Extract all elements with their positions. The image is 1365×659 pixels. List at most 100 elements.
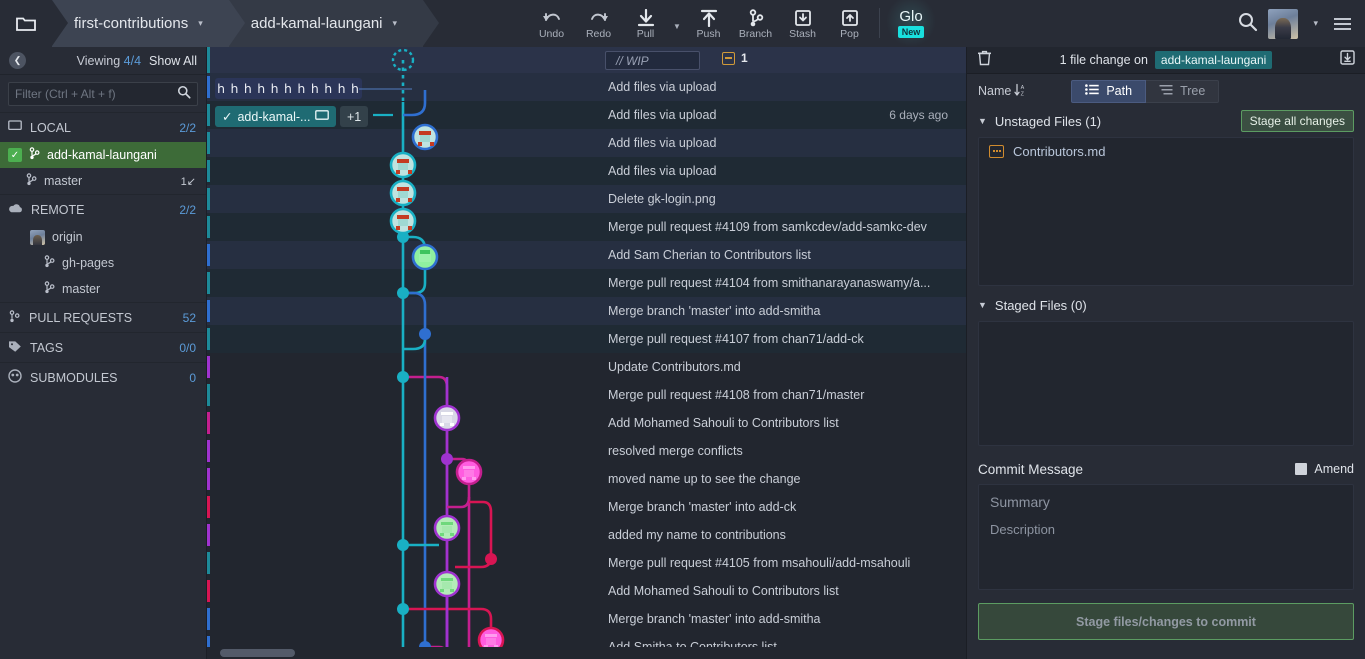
row-color-marker	[207, 468, 210, 490]
commit-message-box[interactable]: Summary Description	[978, 484, 1354, 590]
sidebar-section-remote[interactable]: REMOTE 2/2	[0, 194, 206, 224]
search-input[interactable]	[15, 87, 177, 101]
row-color-marker	[207, 496, 210, 518]
sidebar-item-label: master	[44, 174, 83, 188]
table-row[interactable]: Add Mohamed Sahouli to Contributors list	[207, 577, 966, 605]
commit-message: Delete gk-login.png	[608, 192, 716, 206]
description-input[interactable]: Description	[990, 522, 1342, 537]
table-row[interactable]: Add Mohamed Sahouli to Contributors list	[207, 409, 966, 437]
breadcrumb-repo[interactable]: first-contributions ▾	[52, 0, 245, 47]
glo-button[interactable]: Glo New	[886, 0, 936, 47]
horizontal-scrollbar[interactable]	[207, 647, 966, 659]
table-row[interactable]: Merge pull request #4109 from samkcdev/a…	[207, 213, 966, 241]
sidebar-section-local[interactable]: LOCAL 2/2	[0, 112, 206, 142]
table-row[interactable]: Delete gk-login.png	[207, 185, 966, 213]
push-button[interactable]: Push	[685, 0, 732, 47]
table-row[interactable]: Merge branch 'master' into add-ck	[207, 493, 966, 521]
tab-path-label: Path	[1106, 84, 1133, 98]
row-color-marker	[207, 440, 210, 462]
table-row[interactable]: Merge pull request #4108 from chan71/mas…	[207, 381, 966, 409]
table-row[interactable]: Add files via upload	[207, 157, 966, 185]
collapsed-branch-labels[interactable]: հ հ հ հ հ հ հ հ հ հ հ	[215, 78, 362, 99]
sidebar-item-gh-pages[interactable]: gh-pages	[0, 250, 206, 276]
file-change-text: 1 file change on	[1059, 53, 1148, 67]
staged-file-list[interactable]	[978, 321, 1354, 446]
more-refs-label: +1	[347, 109, 362, 124]
stash-button[interactable]: Stash	[779, 0, 826, 47]
table-row[interactable]: Add files via upload	[207, 129, 966, 157]
sidebar-item-origin[interactable]: origin	[0, 224, 206, 250]
chevron-down-icon[interactable]: ▼	[978, 300, 987, 310]
pull-dropdown-caret[interactable]: ▼	[669, 0, 685, 47]
table-row[interactable]: Merge pull request #4105 from msahouli/a…	[207, 549, 966, 577]
current-branch-pill[interactable]: ✓ add-kamal-...	[215, 106, 337, 127]
commit-message: moved name up to see the change	[608, 472, 801, 486]
stage-all-changes-button[interactable]: Stage all changes	[1240, 110, 1354, 132]
glo-label: Glo	[899, 8, 923, 25]
breadcrumb-branch[interactable]: add-kamal-laungani ▾	[228, 0, 440, 47]
more-refs-pill[interactable]: +1	[340, 106, 369, 127]
submodule-icon	[8, 369, 22, 386]
unstaged-files-header[interactable]: ▼ Unstaged Files (1) Stage all changes	[967, 108, 1365, 134]
tag-icon	[8, 340, 22, 356]
search-icon[interactable]	[1237, 11, 1258, 37]
table-row[interactable]: Update Contributors.md	[207, 353, 966, 381]
sort-label: Name	[978, 84, 1012, 98]
row-color-marker	[207, 216, 210, 238]
wip-label: // WIP	[616, 53, 649, 68]
pull-label: Pull	[636, 28, 655, 40]
redo-button[interactable]: Redo	[575, 0, 622, 47]
branch-button[interactable]: Branch	[732, 0, 779, 47]
repo-folder-button[interactable]	[0, 0, 52, 47]
unstaged-file-list[interactable]: Contributors.md	[978, 137, 1354, 286]
commit-graph-pane[interactable]: // WIP 1 Add files via upload Add files v…	[207, 47, 966, 659]
table-row[interactable]: added my name to contributions	[207, 521, 966, 549]
download-box-icon[interactable]	[1340, 50, 1355, 70]
table-row[interactable]: Merge branch 'master' into add-smitha	[207, 605, 966, 633]
minus-box-icon	[722, 51, 735, 65]
sidebar-item-label: gh-pages	[62, 256, 115, 270]
chevron-down-icon[interactable]: ▼	[978, 116, 987, 126]
pull-button[interactable]: Pull	[622, 0, 669, 47]
sidebar-section-tags[interactable]: TAGS 0/0	[0, 332, 206, 362]
back-arrow-icon[interactable]: ❮	[9, 52, 26, 69]
sidebar-item-master-local[interactable]: master 1↙	[0, 168, 206, 194]
tab-path[interactable]: Path	[1071, 79, 1147, 103]
summary-input[interactable]: Summary	[990, 494, 1342, 510]
table-row[interactable]: Merge pull request #4104 from smithanara…	[207, 269, 966, 297]
amend-checkbox[interactable]: Amend	[1295, 462, 1354, 476]
table-row[interactable]: resolved merge conflicts	[207, 437, 966, 465]
sidebar-section-pull-requests[interactable]: PULL REQUESTS 52	[0, 302, 206, 332]
undo-button[interactable]: Undo	[528, 0, 575, 47]
table-row[interactable]: Merge pull request #4107 from chan71/add…	[207, 325, 966, 353]
filter-box[interactable]	[8, 82, 198, 106]
sort-by-name-button[interactable]: Name AZ	[978, 83, 1027, 100]
commit-list[interactable]: Add files via upload Add files via upload…	[207, 73, 966, 659]
main-toolbar: Undo Redo Pull ▼ Push Branch Stash Pop G…	[528, 0, 936, 47]
user-avatar-menu[interactable]: ▾	[1268, 8, 1318, 39]
scrollbar-thumb[interactable]	[220, 649, 295, 657]
staged-files-header[interactable]: ▼ Staged Files (0)	[967, 292, 1365, 318]
list-item[interactable]: Contributors.md	[979, 138, 1353, 164]
wip-row[interactable]: // WIP 1	[207, 47, 966, 73]
sidebar-item-label: master	[62, 282, 101, 296]
top-bar: first-contributions ▾ add-kamal-laungani…	[0, 0, 1365, 47]
commit-button[interactable]: Stage files/changes to commit	[978, 603, 1354, 640]
show-all-button[interactable]: Show All	[149, 54, 197, 68]
origin-avatar	[30, 229, 45, 245]
trash-icon[interactable]	[977, 50, 992, 71]
branch-icon	[746, 7, 766, 28]
sidebar-item-add-kamal-laungani[interactable]: ✓ add-kamal-laungani	[0, 142, 206, 168]
tab-tree[interactable]: Tree	[1146, 79, 1220, 103]
sidebar-item-master-remote[interactable]: master	[0, 276, 206, 302]
hamburger-icon[interactable]	[1328, 12, 1357, 36]
table-row[interactable]: Merge branch 'master' into add-smitha	[207, 297, 966, 325]
search-icon[interactable]	[177, 85, 191, 104]
table-row[interactable]: moved name up to see the change	[207, 465, 966, 493]
pull-request-icon	[8, 309, 21, 326]
table-row[interactable]: Add Sam Cherian to Contributors list	[207, 241, 966, 269]
pop-button[interactable]: Pop	[826, 0, 873, 47]
right-panel-header: 1 file change on add-kamal-laungani	[967, 47, 1365, 74]
sidebar-section-submodules[interactable]: SUBMODULES 0	[0, 362, 206, 392]
commit-message: Update Contributors.md	[608, 360, 741, 374]
